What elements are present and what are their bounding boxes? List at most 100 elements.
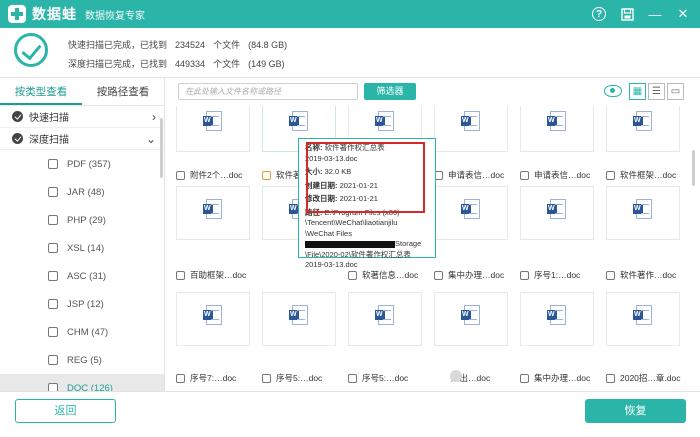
file-tile[interactable]: [262, 292, 336, 346]
file-tile[interactable]: [520, 106, 594, 152]
checkbox[interactable]: [606, 373, 615, 383]
checkbox[interactable]: [520, 270, 529, 280]
checkbox[interactable]: [262, 170, 271, 180]
list-view-icon[interactable]: ☰: [648, 83, 665, 100]
tree-quick-scan[interactable]: 快速扫描 ›: [0, 106, 164, 128]
file-tile[interactable]: [348, 292, 422, 346]
file-label[interactable]: 集中办理…doc: [520, 372, 590, 384]
grid-view-icon[interactable]: ▦: [629, 83, 646, 100]
save-icon[interactable]: [616, 4, 638, 24]
file-label[interactable]: 序号5:…doc: [348, 372, 408, 384]
checkbox[interactable]: [606, 270, 615, 280]
checkbox[interactable]: [48, 215, 58, 225]
view-tabs: 按类型查看 按路径查看: [0, 78, 164, 106]
tab-by-path[interactable]: 按路径查看: [82, 78, 164, 105]
tip-path-suffix: Storage: [395, 239, 422, 248]
file-label[interactable]: 集中办理…doc: [434, 269, 504, 281]
checkbox[interactable]: [48, 355, 58, 365]
checkbox[interactable]: [48, 243, 58, 253]
preview-eye-icon[interactable]: [604, 85, 622, 97]
category-item[interactable]: JAR (48): [0, 178, 164, 206]
checkbox[interactable]: [48, 327, 58, 337]
file-name: 申请表信…doc: [448, 170, 505, 180]
file-tile[interactable]: [606, 292, 680, 346]
category-label: XSL (14): [67, 242, 105, 254]
checkbox[interactable]: [520, 373, 529, 383]
checkbox[interactable]: [176, 373, 185, 383]
file-tile[interactable]: [606, 186, 680, 240]
checkbox[interactable]: [262, 373, 271, 383]
checkbox[interactable]: [48, 159, 58, 169]
file-tile[interactable]: [520, 292, 594, 346]
quick-scan-unit: 个文件: [213, 40, 241, 50]
checkbox[interactable]: [48, 271, 58, 281]
close-button[interactable]: ✕: [672, 4, 694, 24]
category-item[interactable]: XSL (14): [0, 234, 164, 262]
category-label: REG (5): [67, 354, 102, 366]
file-name: 序号5:…doc: [276, 373, 323, 383]
search-input[interactable]: 在此处输入文件名称或路径: [178, 83, 358, 100]
file-label[interactable]: 序号1:…doc: [520, 269, 580, 281]
file-name: 软件著作…doc: [620, 270, 677, 280]
checked-icon[interactable]: [12, 111, 23, 122]
help-icon[interactable]: ?: [588, 4, 610, 24]
grid-scrollbar[interactable]: [692, 150, 695, 186]
file-label[interactable]: 软著信息…doc: [348, 269, 418, 281]
sidebar-scrollbar[interactable]: [160, 118, 163, 178]
tip-path-line-4: Storage: [305, 239, 429, 250]
file-tile[interactable]: [434, 186, 508, 240]
checkbox[interactable]: [348, 270, 357, 280]
checkbox[interactable]: [48, 299, 58, 309]
category-item[interactable]: ASC (31): [0, 262, 164, 290]
category-item[interactable]: JSP (12): [0, 290, 164, 318]
category-item[interactable]: PDF (357): [0, 150, 164, 178]
file-name: 序号1:…doc: [534, 270, 581, 280]
file-name: 附件2个…doc: [190, 170, 243, 180]
tree-deep-scan[interactable]: 深度扫描 ⌄: [0, 128, 164, 150]
file-label[interactable]: 申请表信…doc: [520, 169, 590, 181]
checkbox[interactable]: [606, 170, 615, 180]
red-highlight-box: [306, 142, 425, 213]
file-tile[interactable]: [606, 106, 680, 152]
checkbox[interactable]: [176, 270, 185, 280]
category-item[interactable]: PHP (29): [0, 206, 164, 234]
file-tile[interactable]: [434, 106, 508, 152]
file-name: 序号5:…doc: [362, 373, 409, 383]
checkbox[interactable]: [520, 170, 529, 180]
file-label[interactable]: 序号7:…doc: [176, 372, 236, 384]
chevron-right-icon[interactable]: ›: [152, 110, 156, 124]
minimize-button[interactable]: —: [644, 4, 666, 24]
recover-button[interactable]: 恢复: [585, 399, 686, 423]
file-label[interactable]: 附件2个…doc: [176, 169, 242, 181]
category-label: JSP (12): [67, 298, 104, 310]
detail-view-icon[interactable]: ▭: [667, 83, 684, 100]
deep-scan-text: 深度扫描已完成，已找到: [68, 59, 168, 69]
checkbox[interactable]: [176, 170, 185, 180]
file-label[interactable]: 申请表信…doc: [434, 169, 504, 181]
category-item[interactable]: CHM (47): [0, 318, 164, 346]
file-tile[interactable]: [176, 186, 250, 240]
file-tile[interactable]: [520, 186, 594, 240]
file-label[interactable]: 2020招…章.doc: [606, 372, 680, 384]
file-label[interactable]: 百助框架…doc: [176, 269, 246, 281]
file-label[interactable]: 软件框架…doc: [606, 169, 676, 181]
file-tile[interactable]: [176, 292, 250, 346]
filter-button[interactable]: 筛选器: [364, 83, 416, 100]
checkbox[interactable]: [48, 187, 58, 197]
checked-icon[interactable]: [12, 133, 23, 144]
tab-by-type[interactable]: 按类型查看: [0, 78, 82, 105]
checkbox[interactable]: [348, 373, 357, 383]
file-label[interactable]: 软件著作…doc: [606, 269, 676, 281]
file-name: 集中办理…doc: [534, 373, 591, 383]
checkbox[interactable]: [434, 270, 443, 280]
category-item[interactable]: REG (5): [0, 346, 164, 374]
tree-label: 快速扫描: [29, 113, 69, 124]
chevron-down-icon[interactable]: ⌄: [146, 132, 156, 146]
back-button[interactable]: 返回: [15, 399, 116, 423]
quick-scan-status: 快速扫描已完成，已找到 234524 个文件 (84.8 GB): [68, 38, 295, 51]
file-name: 百助框架…doc: [190, 270, 247, 280]
tip-path-line-5: \File\2020-02\软件著作权汇总表: [305, 249, 411, 259]
file-label[interactable]: 序号5:…doc: [262, 372, 322, 384]
file-tile[interactable]: [176, 106, 250, 152]
file-tile[interactable]: [434, 292, 508, 346]
